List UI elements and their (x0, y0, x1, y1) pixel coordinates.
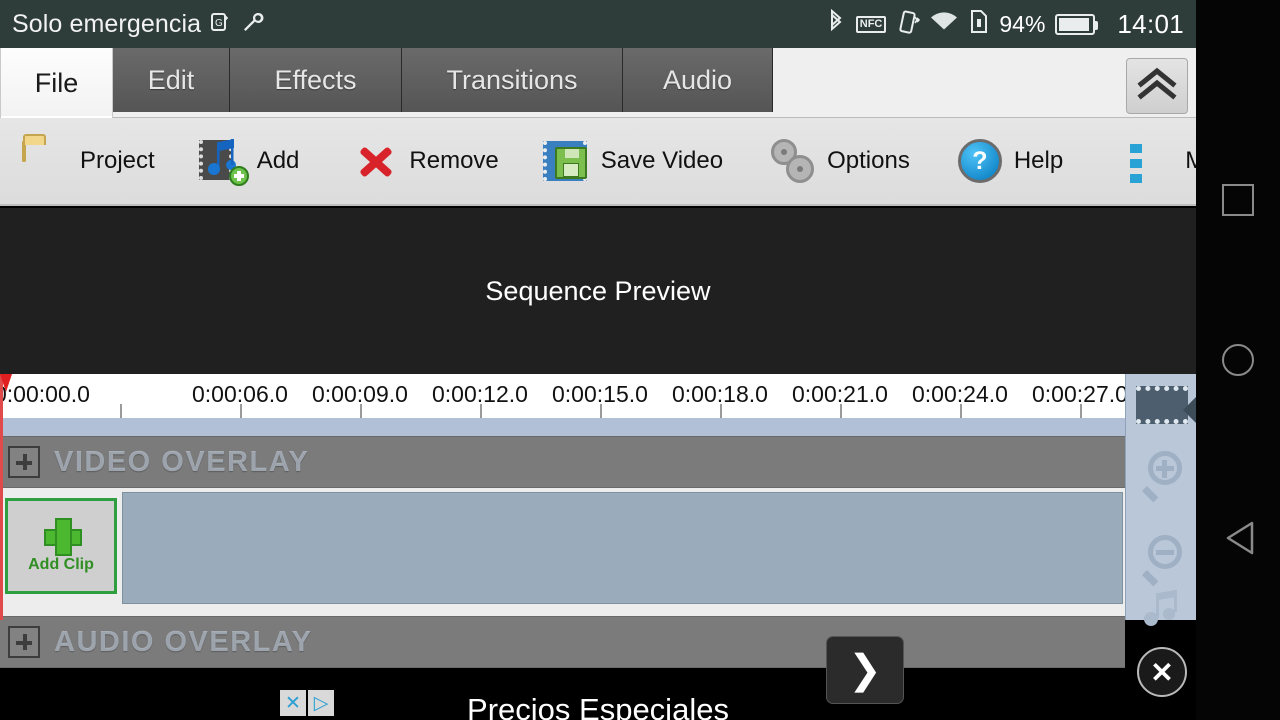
red-x-icon (351, 137, 399, 185)
ad-title: Precios Especiales (467, 692, 729, 720)
phone-screen: Solo emergencia G NFC 94% 14:01 File Edi… (0, 0, 1280, 720)
adchoices-controls[interactable]: ✕ ▷ (280, 690, 334, 716)
tab-effects[interactable]: Effects (230, 48, 402, 112)
bluetooth-icon (826, 8, 846, 40)
ad-next-button[interactable]: ❯ (826, 636, 904, 704)
toolbar-label-project: Project (80, 147, 155, 174)
timeline-ruler[interactable]: 0:00:00.0 0:00:06.0 0:00:09.0 0:00:12.0 … (0, 374, 1125, 418)
zoom-out-button[interactable] (1130, 526, 1194, 587)
android-navigation-bar (1196, 0, 1280, 720)
ruler-tick (840, 404, 842, 418)
playhead[interactable] (0, 374, 3, 620)
ruler-tick (360, 404, 362, 418)
status-icons-right: NFC 94% 14:01 (826, 8, 1184, 40)
ruler-tick (600, 404, 602, 418)
plus-box-icon[interactable] (8, 626, 40, 658)
android-status-bar: Solo emergencia G NFC 94% 14:01 (0, 0, 1196, 48)
adchoices-info-icon[interactable]: ▷ (308, 690, 334, 716)
toolbar-button-project[interactable]: Project (22, 117, 155, 205)
gears-icon (769, 137, 817, 185)
ruler-tick (120, 404, 122, 418)
ruler-tick (1080, 404, 1082, 418)
film-back-icon (1136, 386, 1196, 424)
tab-transitions[interactable]: Transitions (402, 48, 623, 112)
add-clip-button[interactable]: Add Clip (5, 498, 117, 594)
ruler-tick (960, 404, 962, 418)
toolbar-label-help: Help (1013, 147, 1064, 174)
nfc-icon: NFC (855, 15, 887, 33)
sequence-preview-panel[interactable]: Sequence Preview (0, 206, 1196, 374)
help-circle-icon: ? (956, 137, 1004, 185)
track-label-audio-overlay: AUDIO OVERLAY (54, 625, 313, 658)
audio-tool-button[interactable] (1130, 580, 1194, 638)
tab-edit[interactable]: Edit (113, 48, 230, 112)
ad-close-button[interactable]: ✕ (1137, 647, 1187, 697)
toolbar-label-add: Add (256, 147, 300, 174)
zoom-out-icon (1142, 535, 1182, 587)
sequence-preview-label: Sequence Preview (485, 275, 711, 306)
toolbar-label-save-video: Save Video (600, 147, 724, 174)
svg-text:G: G (215, 18, 223, 29)
toolbar-button-help[interactable]: ? Help (956, 117, 1063, 205)
toolbar-label-options: Options (827, 147, 910, 174)
tab-audio[interactable]: Audio (623, 48, 773, 112)
film-back-button[interactable] (1130, 376, 1196, 434)
collapse-ribbon-button[interactable] (1126, 58, 1188, 114)
ribbon-tab-bar: File Edit Effects Transitions Audio (0, 48, 1196, 118)
add-clip-label: Add Clip (28, 556, 94, 573)
ruler-tick (240, 404, 242, 418)
ruler-label-0: 0:00:00.0 (0, 381, 90, 407)
zoom-in-icon (1142, 451, 1182, 503)
google-plus-icon: G (210, 11, 232, 38)
toolbar-button-add[interactable]: Add (198, 117, 300, 205)
vibrate-icon (896, 9, 921, 40)
battery-icon (1055, 13, 1099, 35)
track-label-video-overlay: VIDEO OVERLAY (54, 445, 310, 478)
ruler-label-8: 0:00:27.0 (1032, 381, 1125, 407)
tab-file[interactable]: File (0, 48, 113, 118)
track-video-overlay[interactable]: VIDEO OVERLAY (0, 436, 1125, 488)
carrier-label: Solo emergencia (12, 9, 202, 38)
adchoices-close-icon[interactable]: ✕ (280, 690, 306, 716)
ruler-tick (480, 404, 482, 418)
green-plus-icon (44, 518, 82, 556)
clip-drop-area[interactable] (122, 492, 1123, 604)
home-circle-icon[interactable] (1222, 344, 1254, 376)
file-ribbon-toolbar: Project Add Remove Save Video Options ? … (0, 117, 1240, 206)
toolbar-label-remove: Remove (409, 147, 499, 174)
back-triangle-icon[interactable] (1225, 504, 1254, 555)
folder-icon (22, 137, 70, 185)
music-note-icon (1142, 589, 1182, 629)
timeline-panel: 0:00:00.0 0:00:06.0 0:00:09.0 0:00:12.0 … (0, 374, 1196, 668)
clock-label: 14:01 (1117, 8, 1184, 39)
toolbar-button-remove[interactable]: Remove (351, 117, 499, 205)
battery-percent-label: 94% (999, 10, 1046, 37)
timeline-tool-rail (1125, 374, 1196, 626)
track-main-video[interactable]: Add Clip (0, 488, 1125, 616)
recents-square-icon[interactable] (1222, 184, 1254, 216)
ruler-tick (720, 404, 722, 418)
toolbar-button-options[interactable]: Options (769, 117, 910, 205)
add-media-icon (198, 137, 249, 186)
wrench-icon (241, 10, 265, 39)
overflow-dots-icon (1113, 137, 1161, 185)
ad-banner[interactable]: Precios Especiales (0, 668, 1196, 720)
plus-box-icon[interactable] (8, 446, 40, 478)
double-chevron-up-icon (1136, 67, 1178, 106)
track-audio-overlay[interactable]: AUDIO OVERLAY (0, 616, 1125, 668)
timeline-scrollband[interactable] (0, 418, 1125, 436)
save-video-icon (542, 137, 591, 185)
zoom-in-button[interactable] (1130, 442, 1194, 503)
toolbar-button-save-video[interactable]: Save Video (542, 117, 724, 205)
wifi-icon (930, 11, 958, 38)
video-editor-app: File Edit Effects Transitions Audio Proj… (0, 48, 1240, 720)
sd-card-icon (968, 9, 989, 39)
